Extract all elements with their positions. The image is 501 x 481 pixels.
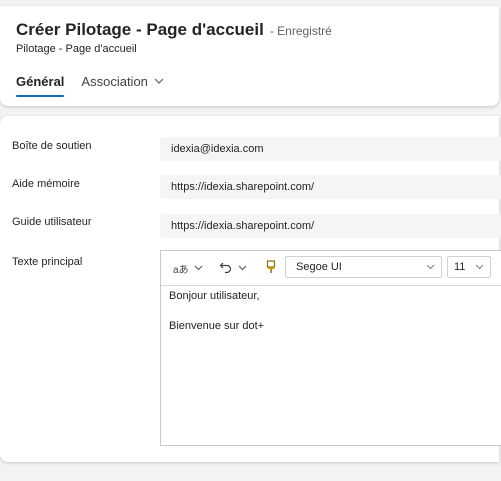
chevron-down-icon (238, 263, 247, 273)
chevron-down-icon (194, 263, 203, 273)
field-label-user-guide: Guide utilisateur (12, 216, 92, 228)
tab-general[interactable]: Général (16, 74, 65, 99)
editor-toolbar: aあ Segoe UI 11 (161, 251, 501, 286)
form-card: Boîte de soutien idexia@idexia.com Aide … (0, 116, 501, 462)
undo-button[interactable] (219, 258, 247, 278)
font-family-value: Segoe UI (296, 261, 342, 273)
support-box-field[interactable]: idexia@idexia.com (160, 137, 501, 161)
tab-list: Général Association (16, 74, 181, 99)
header-card: Créer Pilotage - Page d'accueil - Enregi… (0, 6, 499, 106)
tab-association[interactable]: Association (81, 74, 164, 99)
memo-field[interactable]: https://idexia.sharepoint.com/ (160, 175, 501, 199)
page-title: Créer Pilotage - Page d'accueil (16, 20, 264, 39)
chevron-down-icon (426, 257, 435, 277)
undo-icon (219, 260, 233, 277)
page-subtitle: Pilotage - Page d'accueil (16, 43, 137, 55)
chevron-down-icon (475, 257, 484, 277)
font-family-select[interactable]: Segoe UI (285, 256, 442, 278)
font-size-value: 11 (454, 261, 466, 273)
user-guide-field[interactable]: https://idexia.sharepoint.com/ (160, 214, 501, 238)
field-label-memo: Aide mémoire (12, 178, 80, 190)
brush-icon (265, 259, 277, 277)
saved-status: - Enregistré (269, 24, 332, 38)
format-painter-button[interactable] (265, 258, 277, 278)
content-line: Bienvenue sur dot+ (169, 320, 265, 332)
language-button[interactable]: aあ (173, 258, 203, 278)
editor-content[interactable]: Bonjour utilisateur, Bienvenue sur dot+ (169, 289, 264, 349)
tab-general-label: Général (16, 74, 65, 89)
field-label-main-text: Texte principal (12, 256, 83, 268)
tab-association-label: Association (81, 74, 148, 89)
font-size-select[interactable]: 11 (447, 256, 491, 278)
content-line: Bonjour utilisateur, (169, 290, 260, 302)
title-row: Créer Pilotage - Page d'accueil - Enregi… (16, 20, 332, 40)
field-label-support-box: Boîte de soutien (12, 140, 92, 152)
chevron-down-icon (154, 76, 164, 87)
language-icon: aあ (173, 264, 189, 276)
rich-text-editor: aあ Segoe UI 11 Bonjour utilisateur, Bien… (160, 250, 501, 446)
